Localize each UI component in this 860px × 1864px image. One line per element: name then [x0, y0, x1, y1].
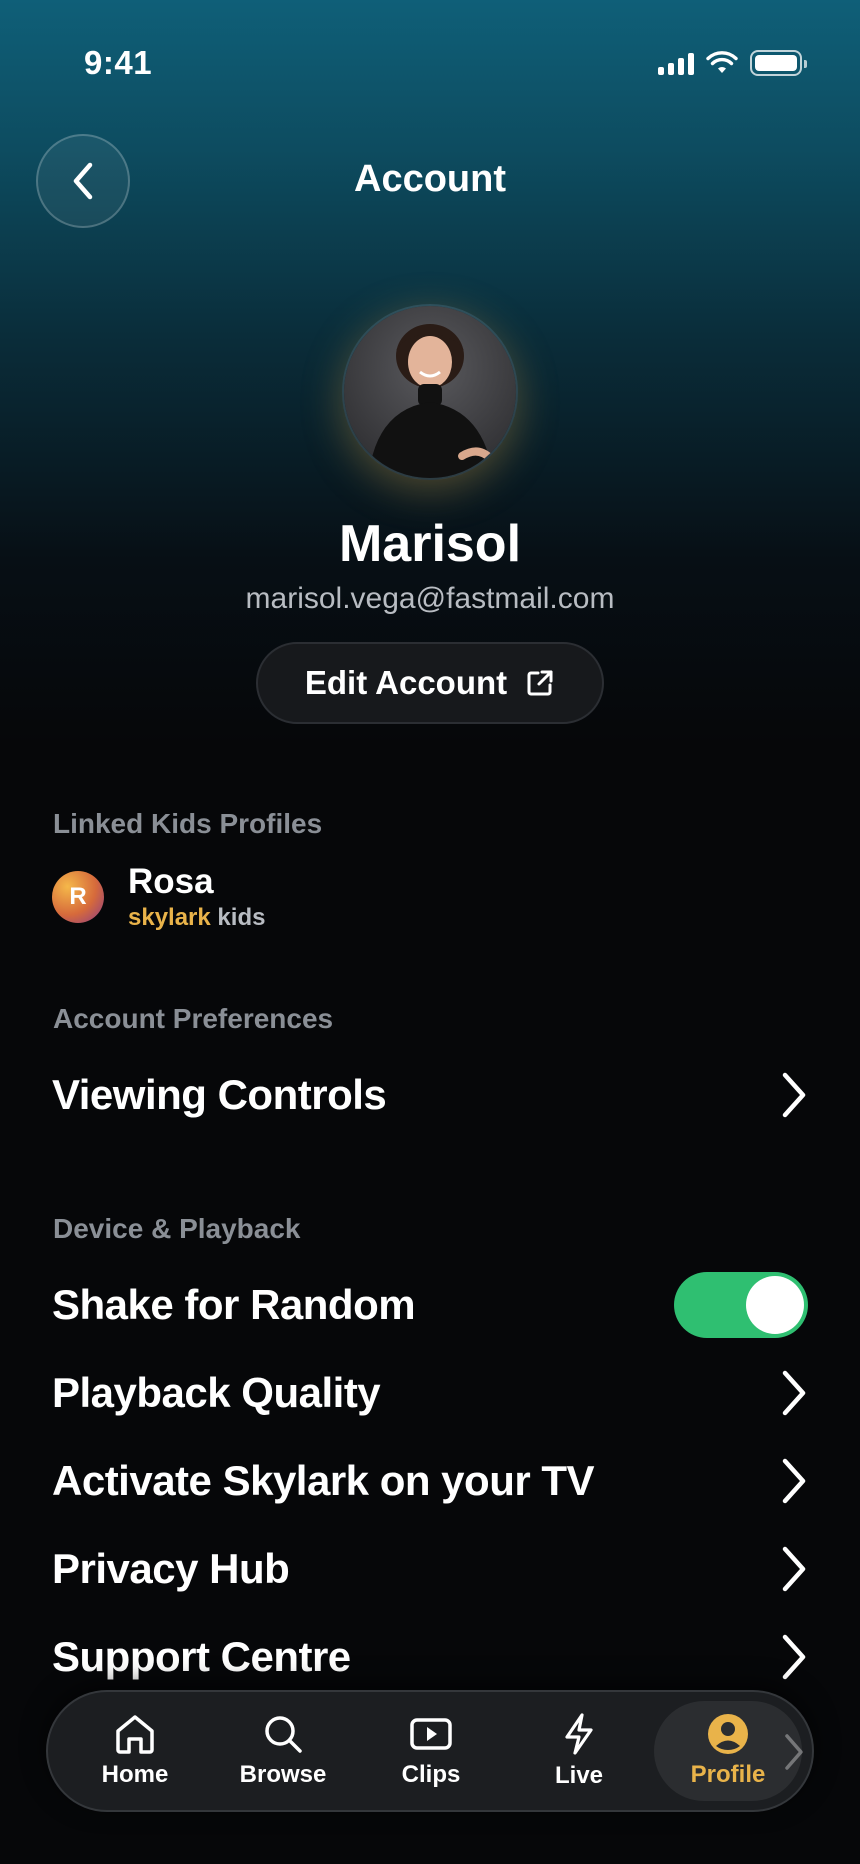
section-label-account-preferences: Account Preferences [53, 1003, 334, 1034]
section-label-device-playback: Device & Playback [53, 1213, 301, 1244]
chevron-right-icon [778, 1368, 808, 1418]
chevron-right-icon [778, 1070, 808, 1120]
tab-live-label: Live [554, 1762, 604, 1789]
privacy-hub-row[interactable]: Privacy Hub [52, 1534, 808, 1604]
support-centre-label: Support Centre [52, 1633, 351, 1680]
viewing-controls-label: Viewing Controls [52, 1071, 387, 1118]
chevron-right-icon [778, 1544, 808, 1594]
shake-for-random-label: Shake for Random [52, 1281, 416, 1328]
shake-for-random-toggle[interactable] [674, 1272, 808, 1338]
page-title: Account [354, 158, 506, 200]
avatar [342, 304, 518, 480]
playback-quality-row[interactable]: Playback Quality [52, 1358, 808, 1428]
status-bar: 9:41 [0, 0, 860, 130]
kids-brand-logo: skylark kids [128, 904, 266, 931]
profile-email: marisol.vega@fastmail.com [245, 582, 615, 615]
chevron-right-icon [782, 1732, 806, 1777]
chevron-right-icon [778, 1456, 808, 1506]
battery-icon [750, 50, 807, 76]
tab-home[interactable]: Home [75, 1692, 195, 1810]
edit-account-button[interactable]: Edit Account [256, 642, 604, 724]
tab-bar: Home Browse Clips Live Profile [46, 1690, 814, 1812]
external-link-icon [527, 670, 553, 696]
wifi-icon [706, 51, 738, 73]
kid-avatar: R [52, 871, 104, 923]
chevron-right-icon [778, 1632, 808, 1682]
section-label-linked-kids: Linked Kids Profiles [53, 808, 323, 839]
tab-profile-label: Profile [690, 1761, 766, 1788]
tab-live[interactable]: Live [519, 1692, 639, 1810]
cellular-signal-icon [658, 51, 694, 75]
shake-for-random-row: Shake for Random [52, 1270, 808, 1340]
viewing-controls-row[interactable]: Viewing Controls [52, 1060, 808, 1130]
edit-account-label: Edit Account [304, 664, 508, 701]
search-icon [265, 1716, 302, 1753]
lightning-icon [565, 1713, 593, 1755]
tab-clips-label: Clips [401, 1761, 461, 1788]
playback-quality-label: Playback Quality [52, 1369, 381, 1416]
tab-browse-label: Browse [239, 1761, 327, 1788]
status-icons [658, 50, 807, 76]
home-icon [116, 1715, 154, 1754]
play-icon [410, 1718, 452, 1750]
tab-home-label: Home [101, 1761, 169, 1788]
user-icon [708, 1714, 748, 1754]
tab-profile[interactable]: Profile [654, 1701, 802, 1801]
activate-tv-row[interactable]: Activate Skylark on your TV [52, 1446, 808, 1516]
privacy-hub-label: Privacy Hub [52, 1545, 290, 1592]
status-time: 9:41 [84, 44, 153, 81]
profile-name: Marisol [338, 515, 522, 573]
activate-tv-label: Activate Skylark on your TV [52, 1457, 595, 1504]
tab-browse[interactable]: Browse [223, 1692, 343, 1810]
tab-clips[interactable]: Clips [371, 1692, 491, 1810]
support-centre-row[interactable]: Support Centre [52, 1622, 808, 1692]
kid-name: Rosa [128, 862, 214, 901]
kid-profile-item[interactable]: R Rosa skylark kids [52, 862, 265, 932]
